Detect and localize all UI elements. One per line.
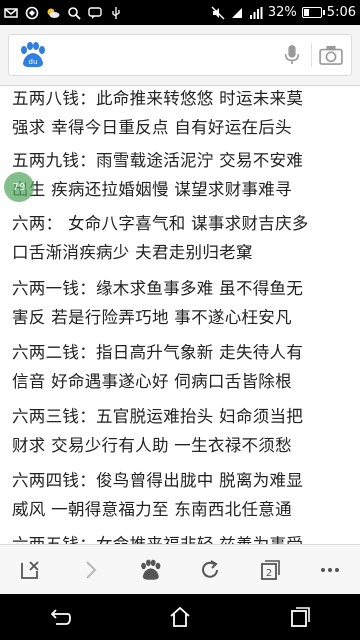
content-line: 五两八钱：此命推来转悠悠 时运未来莫 [12,89,304,108]
content-line: 害反 若是行险弄巧地 事不遂心枉安凡 [12,308,292,327]
refresh-button[interactable] [180,545,240,595]
close-page-icon [21,560,39,579]
weather-cloud-icon [46,6,60,20]
floating-badge[interactable]: 79 [4,172,34,202]
back-button[interactable] [30,594,90,640]
content-line: 出生 疾病还拉婚姻慢 谋望求财事难寻 [12,180,292,199]
more-icon [321,567,339,572]
content-line: 信音 好命遇事遂心好 伺病口舌皆除根 [12,372,292,391]
page-content[interactable]: 五两八钱：此命推来转悠悠 时运未来莫 强求 幸得今日重反点 自有好运在后头 五两九… [0,86,360,544]
search-divider [311,43,312,67]
refresh-icon [202,559,218,578]
sync-icon [25,6,39,20]
microphone-icon[interactable] [279,41,305,69]
search-icon [67,6,81,20]
wifi-icon [230,6,244,20]
status-bar: 32% 5:06 [0,0,360,25]
usb-icon [109,6,123,20]
baidu-paw-logo[interactable]: du [17,41,47,69]
browser-header: du [0,25,360,86]
home-button[interactable] [150,594,210,640]
mute-icon [211,6,225,20]
tab-count: 2 [266,568,272,579]
close-page-button[interactable] [0,545,60,595]
tabs-icon: 2 [261,559,280,580]
browser-toolbar: 2 [0,544,360,594]
content-line: 口舌渐消疾病少 夫君走别归老窠 [12,243,253,262]
battery-icon [301,7,325,18]
content-line: 六两三钱：五官脱运难抬头 妇命须当把 [12,407,304,426]
back-icon [50,609,71,625]
forward-button[interactable] [60,545,120,595]
content-line: 六两二钱：指日高升气象新 走失待人有 [12,343,304,362]
search-box[interactable]: du [8,34,352,76]
signal-icon [249,6,263,20]
content-line: 六两五钱：女命推来福非轻 兹善为事受 [12,534,352,544]
content-line: 五两九钱：雨雪载途活泥泞 交易不安难 [12,151,304,170]
battery-percent: 32% [267,5,297,20]
baidu-home-button[interactable] [120,545,180,595]
content-line: 强求 幸得今日重反点 自有好运在后头 [12,118,292,137]
chat-icon [88,6,102,20]
forward-icon [86,560,97,579]
tabs-button[interactable]: 2 [240,545,300,595]
content-line: 六两： 女命八字喜气和 谋事求财吉庆多 [12,214,309,233]
more-button[interactable] [300,545,360,595]
home-icon [170,606,190,627]
system-navbar [0,594,360,640]
baidu-home-icon [141,559,161,580]
content-line: 六两四钱：俊鸟曾得出胧中 脱离为难显 [12,471,304,490]
search-input[interactable] [57,41,271,71]
clock: 5:06 [326,5,356,20]
mail-icon [4,6,18,20]
camera-icon[interactable] [317,42,345,68]
content-line: 六两一钱：缘木求鱼事多难 虽不得鱼无 [12,279,304,298]
logo-text: du [29,58,38,66]
recent-apps-icon [291,607,310,627]
recent-apps-button[interactable] [270,594,330,640]
content-line: 财求 交易少行有人助 一生衣禄不须愁 [12,436,292,455]
content-line: 威风 一朝得意福力至 东南西北任意通 [12,500,292,519]
